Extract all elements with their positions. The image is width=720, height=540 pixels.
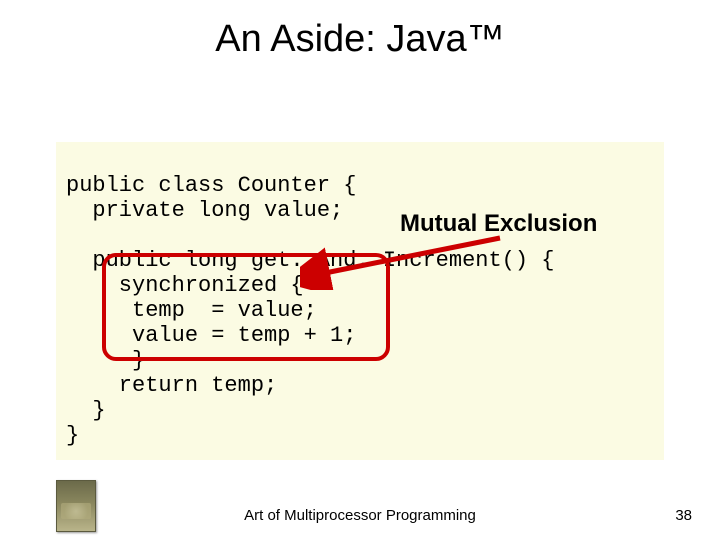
code-line: } bbox=[66, 423, 79, 448]
page-title: An Aside: Java™ bbox=[0, 18, 720, 61]
code-line: } bbox=[66, 398, 106, 423]
slide: An Aside: Java™ public class Counter { p… bbox=[0, 0, 720, 540]
annotation-label: Mutual Exclusion bbox=[400, 210, 597, 238]
page-number: 38 bbox=[675, 507, 692, 524]
highlight-box bbox=[102, 253, 390, 361]
footer-text: Art of Multiprocessor Programming bbox=[0, 507, 720, 524]
code-line: return temp; bbox=[66, 373, 277, 398]
code-line: private long value; bbox=[66, 198, 343, 223]
code-line: public class Counter { bbox=[66, 173, 356, 198]
